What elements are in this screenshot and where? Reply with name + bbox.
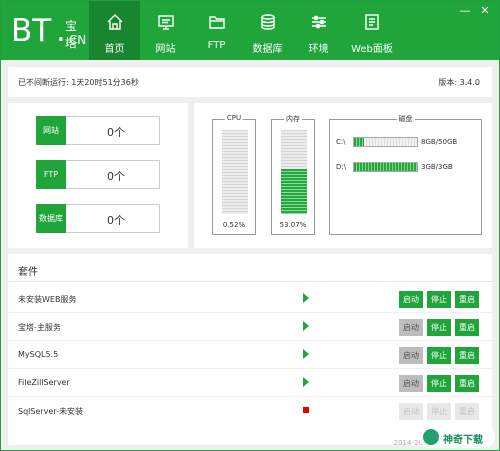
stat-website-label: 网站 [36, 116, 66, 145]
app-window: BT. 宝塔 .CN 首页 网站 FTP 数据库 环境 Web面板 — ✕ 已不… [0, 0, 500, 451]
nav-home-label: 首页 [104, 44, 125, 55]
restart-button[interactable]: 重启 [455, 291, 479, 308]
main-nav: 首页 网站 FTP 数据库 环境 Web面板 [89, 1, 400, 60]
disk-drive-d: D:\ 3GB/3GB [336, 161, 476, 173]
drive-d-usage: 3GB/3GB [421, 163, 453, 171]
nav-database[interactable]: 数据库 [242, 1, 293, 60]
cpu-bar [222, 130, 248, 214]
sliders-icon [311, 15, 326, 29]
stat-website[interactable]: 网站 0个 [36, 116, 160, 145]
restart-button[interactable]: 重启 [455, 403, 479, 420]
stat-database-label: 数据库 [36, 204, 66, 233]
nav-database-label: 数据库 [252, 44, 283, 55]
running-indicator-icon [303, 349, 309, 359]
plugins-divider [8, 281, 492, 282]
database-icon [260, 14, 275, 30]
stat-ftp-value: 0个 [107, 170, 125, 183]
memory-bar-fill [281, 169, 307, 214]
memory-title: 内存 [284, 114, 302, 124]
nav-ftp-label: FTP [207, 40, 226, 51]
uptime-text: 已不间断运行: 1天20时51分36秒 [18, 78, 139, 87]
stop-button[interactable]: 停止 [427, 291, 451, 308]
stopped-indicator-icon [303, 407, 309, 413]
stat-website-value: 0个 [107, 126, 125, 139]
start-button[interactable]: 启动 [399, 347, 423, 364]
plugin-name: FileZillServer [18, 378, 70, 387]
watermark-text: 神奇下载 [443, 435, 483, 446]
disk-title: 磁盘 [396, 114, 415, 124]
running-indicator-icon [303, 293, 309, 303]
window-controls: — ✕ [459, 5, 491, 17]
version-text: 版本: 3.4.0 [438, 78, 480, 87]
start-button[interactable]: 启动 [399, 291, 423, 308]
status-bar: 已不间断运行: 1天20时51分36秒 版本: 3.4.0 [8, 67, 492, 97]
running-indicator-icon [303, 321, 309, 331]
cpu-title: CPU [224, 114, 244, 122]
folder-icon [208, 16, 225, 29]
stat-ftp[interactable]: FTP 0个 [36, 160, 160, 189]
cpu-percent: 0.52% [222, 221, 246, 229]
start-button[interactable]: 启动 [399, 319, 423, 336]
watermark-logo-icon [423, 429, 439, 445]
drive-c-usage: 8GB/50GB [421, 138, 458, 146]
plugin-name: MySQL5.5 [18, 350, 59, 359]
drive-c-label: C:\ [336, 138, 346, 146]
monitor-icon [157, 15, 174, 30]
start-button[interactable]: 启动 [399, 375, 423, 392]
restart-button[interactable]: 重启 [455, 319, 479, 336]
plugin-name: SqlServer-未安装 [18, 407, 83, 416]
stop-button[interactable]: 停止 [427, 403, 451, 420]
running-indicator-icon [303, 377, 309, 387]
top-nav-bar: BT. 宝塔 .CN 首页 网站 FTP 数据库 环境 Web面板 — ✕ [1, 1, 499, 60]
stop-button[interactable]: 停止 [427, 375, 451, 392]
drive-d-label: D:\ [336, 163, 347, 171]
drive-c-bar [353, 137, 418, 147]
nav-home[interactable]: 首页 [89, 1, 140, 60]
disk-box: 磁盘 C:\ 8GB/50GB D:\ 3GB/3GB [329, 114, 482, 235]
nav-environment[interactable]: 环境 [293, 1, 344, 60]
plugins-panel: 套件 未安装WEB服务 启动 停止 重启 宝塔-主服务 启动 停止 重启 MyS… [8, 254, 492, 445]
restart-button[interactable]: 重启 [455, 375, 479, 392]
plugin-row: 未安装WEB服务 启动 停止 重启 [8, 285, 492, 313]
nav-web-panel[interactable]: Web面板 [344, 1, 400, 60]
plugins-header: 套件 [18, 267, 38, 278]
nav-ftp[interactable]: FTP [191, 1, 242, 60]
disk-drive-c: C:\ 8GB/50GB [336, 136, 476, 148]
home-icon [107, 14, 122, 30]
start-button[interactable]: 启动 [399, 403, 423, 420]
minimize-button[interactable]: — [459, 5, 471, 17]
drive-d-bar [353, 162, 418, 172]
logo-cn-bottom: .CN [65, 33, 87, 47]
resource-panel: CPU 0.52% 内存 53.07% 磁盘 C:\ 8GB/50GB D:\ … [194, 103, 492, 248]
watermark: 神奇下载 [419, 426, 495, 448]
stop-button[interactable]: 停止 [427, 319, 451, 336]
stats-panel: 网站 0个 FTP 0个 数据库 0个 [8, 103, 188, 248]
plugin-row: FileZillServer 启动 停止 重启 [8, 369, 492, 397]
logo-text: BT [11, 13, 52, 49]
plugin-row: SqlServer-未安装 启动 停止 重启 [8, 397, 492, 425]
stop-button[interactable]: 停止 [427, 347, 451, 364]
memory-bar [281, 130, 307, 214]
restart-button[interactable]: 重启 [455, 347, 479, 364]
document-icon [365, 14, 379, 30]
plugin-name: 未安装WEB服务 [18, 295, 77, 304]
plugin-name: 宝塔-主服务 [18, 323, 61, 332]
memory-gauge: 内存 53.07% [271, 114, 315, 235]
cpu-gauge: CPU 0.52% [212, 114, 256, 235]
stat-database[interactable]: 数据库 0个 [36, 204, 160, 233]
drive-d-bar-fill [354, 163, 417, 171]
plugin-row: MySQL5.5 启动 停止 重启 [8, 341, 492, 369]
nav-web-panel-label: Web面板 [351, 44, 393, 55]
stat-database-value: 0个 [107, 214, 125, 227]
nav-environment-label: 环境 [308, 44, 329, 55]
nav-website-label: 网站 [155, 44, 176, 55]
drive-c-bar-fill [354, 138, 365, 146]
nav-website[interactable]: 网站 [140, 1, 191, 60]
close-button[interactable]: ✕ [479, 5, 491, 17]
plugin-row: 宝塔-主服务 启动 停止 重启 [8, 313, 492, 341]
memory-percent: 53.07% [279, 221, 307, 229]
stat-ftp-label: FTP [36, 160, 66, 189]
